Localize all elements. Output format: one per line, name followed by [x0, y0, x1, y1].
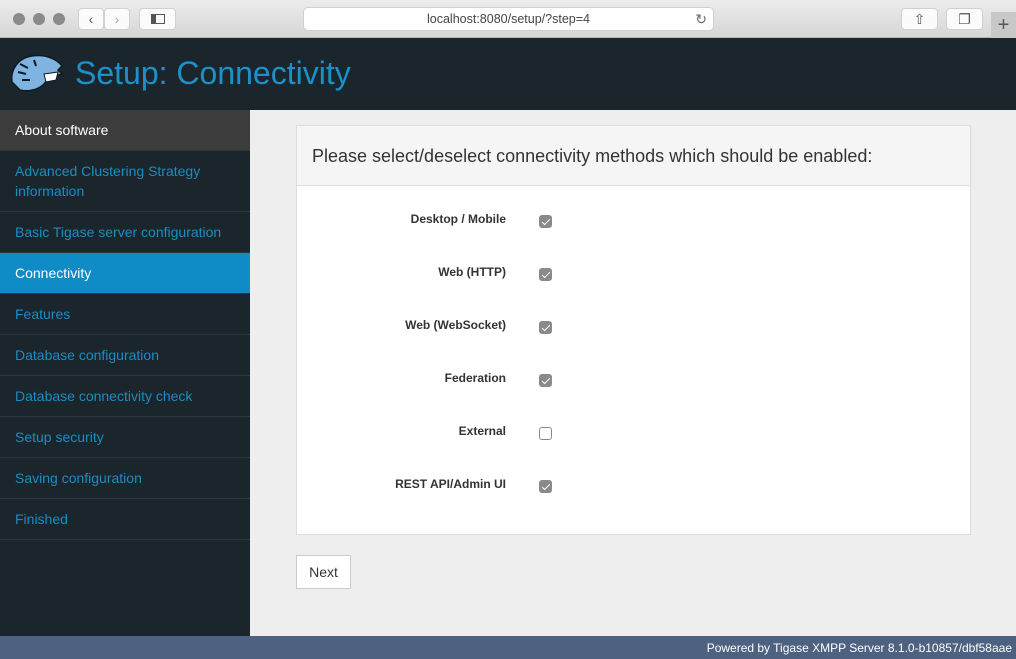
sidebar-item-setup-security[interactable]: Setup security	[0, 417, 250, 458]
sidebar-item-about-software[interactable]: About software	[0, 110, 250, 151]
sidebar-item-advanced-clustering[interactable]: Advanced Clustering Strategy information	[0, 151, 250, 212]
share-icon: ⇧	[913, 10, 926, 27]
sidebar-item-basic-config[interactable]: Basic Tigase server configuration	[0, 212, 250, 253]
maximize-window-icon[interactable]	[53, 13, 65, 25]
url-text: localhost:8080/setup/?step=4	[427, 12, 590, 26]
option-row: Web (HTTP)	[297, 265, 970, 295]
new-tab-button[interactable]: +	[991, 12, 1016, 38]
option-label: Federation	[444, 371, 506, 385]
checkbox-web-http[interactable]	[539, 268, 552, 281]
checkbox-rest-api-admin-ui[interactable]	[539, 480, 552, 493]
checkbox-external[interactable]	[539, 427, 552, 440]
option-label: Web (HTTP)	[438, 265, 506, 279]
minimize-window-icon[interactable]	[33, 13, 45, 25]
footer: Powered by Tigase XMPP Server 8.1.0-b108…	[0, 636, 1016, 659]
page-header: Setup: Connectivity	[0, 38, 1016, 110]
option-row: Web (WebSocket)	[297, 318, 970, 348]
main-content: Please select/deselect connectivity meth…	[250, 110, 1016, 636]
option-label: External	[458, 424, 506, 438]
tiger-logo-icon	[10, 54, 64, 92]
address-bar[interactable]: localhost:8080/setup/?step=4 ↻	[303, 7, 714, 31]
checkbox-federation[interactable]	[539, 374, 552, 387]
tabs-icon: ❐	[958, 10, 971, 27]
connectivity-panel: Please select/deselect connectivity meth…	[296, 125, 971, 535]
checkbox-web-websocket[interactable]	[539, 321, 552, 334]
back-button[interactable]: ‹	[78, 8, 104, 30]
sidebar-toggle-button[interactable]	[139, 8, 176, 30]
new-tab-icon: +	[997, 14, 1010, 36]
footer-text: Powered by Tigase XMPP Server 8.1.0-b108…	[706, 641, 1012, 655]
forward-icon: ›	[114, 11, 120, 27]
option-row: External	[297, 424, 970, 454]
browser-toolbar: ‹ › localhost:8080/setup/?step=4 ↻ ⇧ ❐ +	[0, 0, 1016, 38]
back-icon: ‹	[88, 11, 94, 27]
checkbox-desktop-mobile[interactable]	[539, 215, 552, 228]
page-title: Setup: Connectivity	[75, 55, 351, 91]
close-window-icon[interactable]	[13, 13, 25, 25]
next-button[interactable]: Next	[296, 555, 351, 589]
sidebar-item-features[interactable]: Features	[0, 294, 250, 335]
sidebar-item-finished[interactable]: Finished	[0, 499, 250, 540]
option-row: Desktop / Mobile	[297, 212, 970, 242]
option-label: REST API/Admin UI	[395, 477, 506, 491]
option-row: REST API/Admin UI	[297, 477, 970, 507]
share-button[interactable]: ⇧	[901, 8, 938, 30]
option-row: Federation	[297, 371, 970, 401]
sidebar-icon	[150, 14, 165, 24]
tabs-overview-button[interactable]: ❐	[946, 8, 983, 30]
option-label: Web (WebSocket)	[405, 318, 506, 332]
sidebar-item-database-connectivity-check[interactable]: Database connectivity check	[0, 376, 250, 417]
sidebar: About software Advanced Clustering Strat…	[0, 110, 250, 636]
sidebar-item-connectivity[interactable]: Connectivity	[0, 253, 250, 294]
option-label: Desktop / Mobile	[410, 212, 506, 226]
forward-button[interactable]: ›	[104, 8, 130, 30]
sidebar-item-saving-configuration[interactable]: Saving configuration	[0, 458, 250, 499]
sidebar-item-database-configuration[interactable]: Database configuration	[0, 335, 250, 376]
reload-icon[interactable]: ↻	[695, 11, 707, 28]
panel-heading: Please select/deselect connectivity meth…	[297, 126, 970, 186]
